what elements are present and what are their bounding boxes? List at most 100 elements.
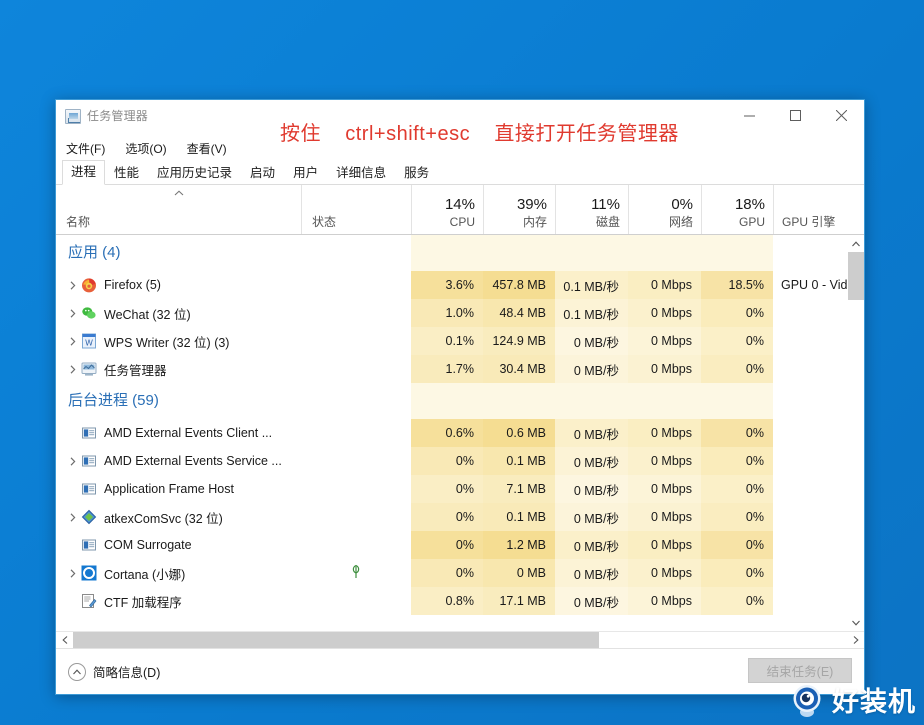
- column-header-gpu[interactable]: 18% GPU: [701, 185, 773, 234]
- table-row[interactable]: CTF 加载程序 0.8% 17.1 MB 0 MB/秒 0 Mbps 0%: [56, 587, 847, 615]
- table-row[interactable]: AMD External Events Client ... 0.6% 0.6 MB…: [56, 419, 847, 447]
- minimize-icon[interactable]: [726, 100, 772, 131]
- column-header-net-label: 网络: [668, 215, 693, 229]
- table-row[interactable]: Cortana (小娜) 0% 0 MB 0 MB/秒 0 Mbps 0%: [56, 559, 847, 587]
- process-name-cell[interactable]: Cortana (小娜): [56, 559, 301, 587]
- column-header-memory-label: 内存: [522, 215, 547, 229]
- process-name-cell[interactable]: AMD External Events Client ...: [56, 419, 301, 447]
- chevron-right-icon[interactable]: [64, 336, 81, 346]
- firefox-icon: [81, 277, 97, 293]
- process-status-cell: [301, 355, 411, 383]
- menu-item-options[interactable]: 选项(O): [125, 141, 166, 157]
- generic-app-icon: [81, 453, 97, 469]
- tab-services[interactable]: 服务: [395, 161, 438, 185]
- tab-app-history[interactable]: 应用历史记录: [148, 161, 241, 185]
- scroll-down-icon[interactable]: [848, 614, 864, 631]
- process-gpu-cell: 0%: [701, 503, 773, 531]
- column-header-status[interactable]: 状态: [301, 185, 411, 234]
- process-memory-cell: 0.1 MB: [483, 447, 555, 475]
- process-name-cell[interactable]: CTF 加载程序: [56, 587, 301, 615]
- tab-startup[interactable]: 启动: [241, 161, 284, 185]
- process-gpu-engine-cell: [773, 355, 847, 383]
- scroll-right-icon[interactable]: [847, 632, 864, 648]
- column-header-cpu[interactable]: 14% CPU: [411, 185, 483, 234]
- column-header-memory[interactable]: 39% 内存: [483, 185, 555, 234]
- table-row[interactable]: 任务管理器 1.7% 30.4 MB 0 MB/秒 0 Mbps 0%: [56, 355, 847, 383]
- process-name-cell[interactable]: Application Frame Host: [56, 475, 301, 503]
- process-name-label: AMD External Events Client ...: [104, 426, 273, 440]
- tab-processes[interactable]: 进程: [62, 160, 106, 185]
- horizontal-scroll-thumb[interactable]: [73, 632, 600, 648]
- tab-performance[interactable]: 性能: [105, 161, 148, 185]
- process-net-cell: 0 Mbps: [628, 327, 701, 355]
- group-header-cell-gpu: [701, 383, 773, 419]
- table-row[interactable]: WeChat (32 位) 1.0% 48.4 MB 0.1 MB/秒 0 Mbps 0%: [56, 299, 847, 327]
- process-name-cell[interactable]: 任务管理器: [56, 355, 301, 383]
- process-name-cell[interactable]: atkexComSvc (32 位): [56, 503, 301, 531]
- menu-item-view[interactable]: 查看(V): [187, 141, 227, 157]
- annotation-shortcut: ctrl+shift+esc: [345, 123, 471, 145]
- column-header-net[interactable]: 0% 网络: [628, 185, 701, 234]
- process-memory-cell: 0.6 MB: [483, 419, 555, 447]
- process-net-cell: 0 Mbps: [628, 587, 701, 615]
- tab-users[interactable]: 用户: [284, 161, 327, 185]
- process-name-label: CTF 加载程序: [104, 595, 182, 610]
- chevron-right-icon[interactable]: [64, 512, 81, 522]
- table-row[interactable]: AMD External Events Service ... 0% 0.1 MB 0…: [56, 447, 847, 475]
- process-gpu-cell: 0%: [701, 355, 773, 383]
- process-memory-cell: 30.4 MB: [483, 355, 555, 383]
- table-row[interactable]: Firefox (5) 3.6% 457.8 MB 0.1 MB/秒 0 Mbps 18.…: [56, 271, 847, 299]
- cortana-icon: [81, 565, 97, 581]
- process-disk-cell: 0 MB/秒: [555, 559, 628, 587]
- fewer-details-button[interactable]: 简略信息(D): [68, 662, 160, 681]
- scroll-up-icon[interactable]: [848, 235, 864, 252]
- group-header-cell-disk: [555, 235, 628, 271]
- process-name-label: 任务管理器: [104, 363, 167, 378]
- atkex-icon: [81, 509, 97, 525]
- vertical-scroll-track[interactable]: [848, 252, 864, 614]
- table-row[interactable]: W WPS Writer (32 位) (3) 0.1% 124.9 MB 0 MB/秒…: [56, 327, 847, 355]
- scroll-left-icon[interactable]: [56, 632, 73, 648]
- table-row[interactable]: COM Surrogate 0% 1.2 MB 0 MB/秒 0 Mbps 0%: [56, 531, 847, 559]
- process-group-header[interactable]: 后台进程 (59): [56, 383, 847, 419]
- chevron-right-icon[interactable]: [64, 308, 81, 318]
- column-header-disk[interactable]: 11% 磁盘: [555, 185, 628, 234]
- horizontal-scrollbar[interactable]: [56, 631, 864, 648]
- process-status-cell: [301, 587, 411, 615]
- wechat-icon: [81, 305, 97, 321]
- process-name-cell[interactable]: AMD External Events Service ...: [56, 447, 301, 475]
- process-status-cell: [301, 559, 411, 587]
- process-group-header[interactable]: 应用 (4): [56, 235, 847, 271]
- process-cpu-cell: 0%: [411, 531, 483, 559]
- maximize-icon[interactable]: [772, 100, 818, 131]
- close-icon[interactable]: [818, 100, 864, 131]
- process-name-cell[interactable]: Firefox (5): [56, 271, 301, 299]
- group-header-cell-gpueng: [773, 235, 847, 271]
- tab-details[interactable]: 详细信息: [327, 161, 395, 185]
- vertical-scrollbar[interactable]: [847, 235, 864, 631]
- column-header-name[interactable]: 名称: [56, 185, 301, 234]
- vertical-scroll-thumb[interactable]: [848, 252, 864, 300]
- chevron-right-icon[interactable]: [64, 568, 81, 578]
- process-name-label: AMD External Events Service ...: [104, 454, 282, 468]
- process-status-cell: [301, 327, 411, 355]
- group-header-cell-cpu: [411, 383, 483, 419]
- process-name-cell[interactable]: WeChat (32 位): [56, 299, 301, 327]
- process-cpu-cell: 0.8%: [411, 587, 483, 615]
- end-task-button[interactable]: 结束任务(E): [748, 658, 852, 683]
- column-header-gpueng[interactable]: GPU 引擎: [773, 185, 849, 234]
- menu-item-file[interactable]: 文件(F): [66, 141, 105, 157]
- chevron-right-icon[interactable]: [64, 364, 81, 374]
- process-memory-cell: 7.1 MB: [483, 475, 555, 503]
- horizontal-scroll-track[interactable]: [73, 632, 847, 648]
- process-name-cell[interactable]: W WPS Writer (32 位) (3): [56, 327, 301, 355]
- group-header-cell-gpueng: [773, 383, 847, 419]
- table-row[interactable]: Application Frame Host 0% 7.1 MB 0 MB/秒 0 Mb…: [56, 475, 847, 503]
- table-row[interactable]: atkexComSvc (32 位) 0% 0.1 MB 0 MB/秒 0 Mbps 0%: [56, 503, 847, 531]
- process-name-cell[interactable]: COM Surrogate: [56, 531, 301, 559]
- chevron-right-icon[interactable]: [64, 456, 81, 466]
- process-memory-cell: 17.1 MB: [483, 587, 555, 615]
- chevron-right-icon[interactable]: [64, 280, 81, 290]
- process-disk-cell: 0.1 MB/秒: [555, 271, 628, 299]
- green-leaf-icon: [349, 564, 363, 583]
